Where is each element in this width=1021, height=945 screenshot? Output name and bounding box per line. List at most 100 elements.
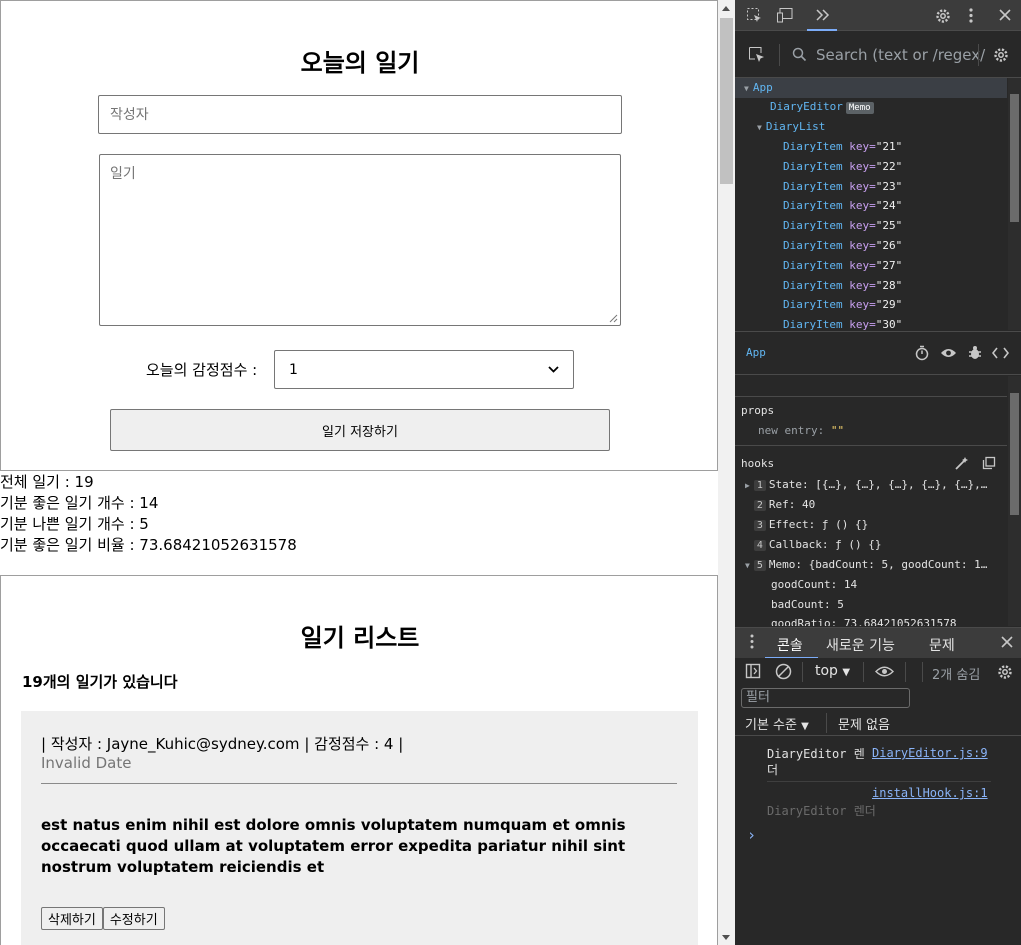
scroll-up-arrow-icon[interactable]: [722, 6, 730, 11]
tree-node-diary-item[interactable]: DiaryItem key="29": [783, 295, 902, 315]
log-source-link[interactable]: DiaryEditor.js:9: [872, 746, 988, 760]
tree-node-diary-list[interactable]: ▼ DiaryList: [757, 117, 825, 137]
hidden-messages-count: 2개 숨김: [932, 668, 981, 683]
list-count-suffix: 개의 일기가 있습니다: [42, 673, 178, 691]
diary-stats: 전체 일기 : 19 기분 좋은 일기 개수 : 14 기분 나쁜 일기 개수 …: [0, 472, 297, 556]
memo-field-row[interactable]: goodRatio: 73.68421052631578: [771, 617, 956, 626]
tree-key-value: "26": [875, 239, 903, 252]
tree-node-diary-item[interactable]: DiaryItem key="23": [783, 177, 902, 197]
search-icon: [792, 47, 807, 65]
content-textarea[interactable]: [99, 154, 621, 326]
component-settings-gear-icon[interactable]: [992, 46, 1010, 67]
devtools-toolbar: [735, 0, 1021, 31]
hook-row[interactable]: ▶3Effect: ƒ () {}: [745, 518, 868, 531]
console-settings-gear-icon[interactable]: [996, 663, 1014, 684]
inspect-element-icon[interactable]: [746, 7, 763, 27]
expanded-triangle-icon: ▼: [744, 84, 749, 93]
hook-row[interactable]: ▶2Ref: 40: [745, 498, 815, 511]
props-scrollbar[interactable]: [1008, 376, 1021, 626]
tree-node-diary-item-label: DiaryItem: [783, 219, 843, 233]
console-filter-input[interactable]: 필터: [741, 688, 910, 708]
scroll-down-arrow-icon[interactable]: [722, 935, 730, 940]
resize-grip-icon[interactable]: [608, 313, 618, 323]
diary-item: | 작성자 : Jayne_Kuhic@sydney.com | 감정점수 : …: [21, 711, 698, 945]
console-levels-row: 기본 수준 ▼ 문제 없음: [735, 710, 1021, 736]
expanded-triangle-icon: ▼: [745, 561, 750, 570]
tab-console[interactable]: 콘솔: [777, 635, 803, 655]
magic-wand-icon[interactable]: [954, 456, 969, 474]
tree-node-diary-item[interactable]: DiaryItem key="25": [783, 216, 902, 236]
bug-icon[interactable]: [968, 345, 982, 363]
component-tree: ▼ App DiaryEditor Memo ▼ DiaryList DiaryIte…: [735, 78, 1007, 330]
tree-node-diary-item[interactable]: DiaryItem key="24": [783, 196, 902, 216]
tree-node-diary-item[interactable]: DiaryItem key="28": [783, 276, 902, 296]
toolbar-divider: [826, 713, 827, 733]
author-input[interactable]: [98, 95, 622, 134]
memo-field-row[interactable]: badCount: 5: [771, 598, 844, 611]
clear-console-icon[interactable]: [775, 663, 792, 683]
tree-key-attr: key: [849, 159, 870, 173]
view-source-icon[interactable]: [991, 346, 1010, 362]
tree-node-diary-editor[interactable]: DiaryEditor Memo: [770, 97, 874, 117]
log-source-link[interactable]: installHook.js:1: [872, 786, 988, 800]
selected-component-name: App: [746, 346, 766, 359]
context-select[interactable]: top ▼: [815, 663, 850, 679]
hook-name: Memo:: [768, 558, 802, 571]
tree-key-attr: key: [849, 298, 870, 312]
select-component-icon[interactable]: [748, 46, 766, 67]
more-panels-tab[interactable]: [807, 0, 837, 31]
tree-scrollbar-thumb[interactable]: [1010, 94, 1019, 222]
eye-icon[interactable]: [940, 346, 957, 362]
page-scrollbar-thumb[interactable]: [720, 18, 733, 184]
edit-button[interactable]: 수정하기: [102, 907, 165, 930]
tree-node-diary-item-label: DiaryItem: [783, 140, 843, 153]
console-prompt[interactable]: ›: [747, 826, 756, 844]
tab-whats-new[interactable]: 새로운 기능: [826, 635, 895, 655]
hook-index: 3: [753, 520, 766, 531]
drawer-menu-icon[interactable]: [750, 634, 754, 652]
tree-key-attr: key: [849, 239, 870, 252]
tree-key-attr: key: [849, 219, 870, 233]
devtools-panel: Search (text or /regex/ ▼ App DiaryEditor…: [735, 0, 1021, 945]
tree-node-diary-item[interactable]: DiaryItem key="30": [783, 315, 902, 330]
memo-badge: Memo: [845, 102, 874, 114]
timer-icon[interactable]: [915, 345, 929, 364]
memo-field-value: 14: [843, 578, 858, 591]
search-divider-right: [978, 44, 979, 66]
save-button[interactable]: 일기 저장하기: [110, 409, 610, 451]
props-scrollbar-thumb[interactable]: [1010, 393, 1019, 515]
tree-node-diary-item[interactable]: DiaryItem key="21": [783, 137, 902, 157]
hook-row[interactable]: ▶4Callback: ƒ () {}: [745, 538, 881, 551]
device-toolbar-icon[interactable]: [776, 7, 794, 27]
tab-issues[interactable]: 문제: [929, 635, 955, 655]
hook-name: Callback:: [768, 538, 829, 551]
sidebar-toggle-icon[interactable]: [745, 663, 761, 682]
tree-scrollbar[interactable]: [1008, 78, 1021, 330]
tree-node-diary-item[interactable]: DiaryItem key="27": [783, 256, 902, 276]
tree-node-diary-item[interactable]: DiaryItem key="22": [783, 157, 902, 177]
diary-editor: 오늘의 일기 오늘의 감정점수 : 1 일기 저장하기: [0, 0, 718, 471]
log-levels-dropdown[interactable]: 기본 수준 ▼: [745, 714, 809, 733]
hook-row[interactable]: ▼ 5 Memo: {badCount: 5, goodCount: 1…: [745, 558, 987, 571]
tree-key-value: "30": [875, 318, 903, 330]
copy-icon[interactable]: [982, 456, 996, 473]
tree-node-app[interactable]: ▼ App: [735, 78, 1007, 98]
component-search-input[interactable]: Search (text or /regex/: [816, 46, 985, 64]
no-issues-label: 문제 없음: [838, 718, 890, 733]
hook-value: ƒ () {}: [821, 518, 869, 531]
memo-field-row[interactable]: goodCount: 14: [771, 578, 857, 591]
close-devtools-icon[interactable]: [998, 8, 1012, 25]
live-expression-eye-icon[interactable]: [875, 665, 894, 681]
emotion-select[interactable]: 1: [274, 350, 574, 389]
close-drawer-icon[interactable]: [1000, 635, 1014, 652]
more-options-icon[interactable]: [968, 7, 974, 27]
tree-key-attr: key: [849, 179, 870, 193]
hook-row[interactable]: ▶ 1 State: [{…}, {…}, {…}, {…}, {…},…: [745, 478, 987, 491]
hook-index: 5: [753, 560, 766, 571]
settings-gear-icon[interactable]: [934, 7, 952, 28]
delete-button[interactable]: 삭제하기: [41, 907, 103, 930]
page-scrollbar[interactable]: [718, 0, 735, 945]
tree-node-diary-item[interactable]: DiaryItem key="26": [783, 236, 902, 256]
prop-row[interactable]: new entry: "": [758, 424, 844, 437]
log-separator: [767, 781, 991, 782]
